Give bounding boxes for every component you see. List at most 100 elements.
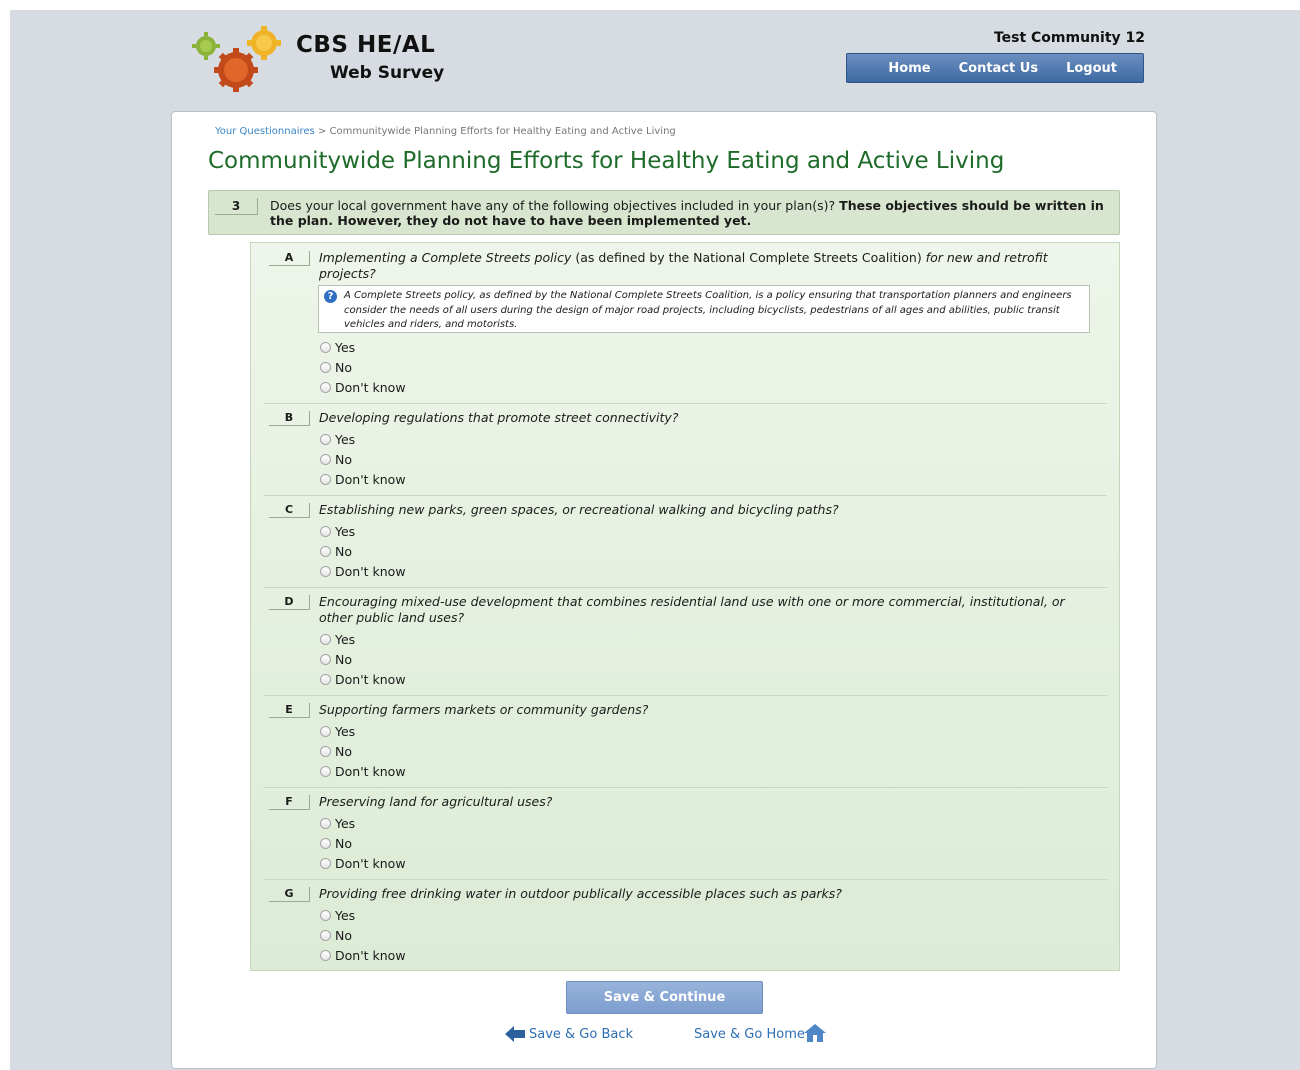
option-no[interactable]: No — [320, 835, 352, 853]
item-text: Preserving land for agricultural uses? — [319, 794, 553, 809]
item-text: Establishing new parks, green spaces, or… — [319, 502, 839, 517]
option-yes[interactable]: Yes — [320, 339, 355, 357]
item-letter: A — [269, 251, 310, 266]
option-no[interactable]: No — [320, 651, 352, 669]
item-letter: G — [269, 887, 310, 902]
option-dont-know[interactable]: Don't know — [320, 947, 406, 965]
item-text-part: (as defined by the National Complete Str… — [571, 250, 926, 265]
option-no[interactable]: No — [320, 451, 352, 469]
radio-button[interactable] — [320, 654, 331, 665]
page-title: Communitywide Planning Efforts for Healt… — [208, 148, 1005, 174]
nav-contact-link[interactable]: Contact Us — [959, 61, 1038, 76]
radio-button[interactable] — [320, 362, 331, 373]
item-text-part: Implementing a Complete Streets policy — [319, 250, 572, 265]
option-label: Yes — [335, 524, 356, 539]
radio-button[interactable] — [320, 382, 331, 393]
item-text: Developing regulations that promote stre… — [319, 410, 679, 425]
radio-button[interactable] — [320, 910, 331, 921]
radio-button[interactable] — [320, 674, 331, 685]
nav-logout-link[interactable]: Logout — [1066, 61, 1117, 76]
brand-subtitle: Web Survey — [330, 63, 445, 83]
radio-button[interactable] — [320, 858, 331, 869]
info-icon: ? — [324, 290, 337, 303]
option-dont-know[interactable]: Don't know — [320, 763, 406, 781]
radio-button[interactable] — [320, 434, 331, 445]
option-yes[interactable]: Yes — [320, 523, 355, 541]
option-label: Yes — [335, 908, 356, 923]
option-label: Don't know — [335, 380, 406, 395]
item-text: Supporting farmers markets or community … — [319, 702, 649, 717]
radio-button[interactable] — [320, 342, 331, 353]
option-label: Don't know — [335, 856, 406, 871]
option-label: Don't know — [335, 764, 406, 779]
option-label: No — [335, 452, 352, 467]
option-yes[interactable]: Yes — [320, 815, 355, 833]
option-label: Yes — [335, 724, 356, 739]
item-text: Implementing a Complete Streets policy (… — [319, 250, 1079, 282]
option-label: No — [335, 928, 352, 943]
option-dont-know[interactable]: Don't know — [320, 855, 406, 873]
radio-button[interactable] — [320, 930, 331, 941]
info-note: ? A Complete Streets policy, as defined … — [318, 285, 1090, 333]
brand-title: CBS HE/AL — [296, 32, 436, 58]
radio-button[interactable] — [320, 726, 331, 737]
breadcrumb: Your Questionnaires > Communitywide Plan… — [215, 126, 676, 137]
radio-button[interactable] — [320, 526, 331, 537]
divider — [264, 403, 1107, 404]
radio-button[interactable] — [320, 634, 331, 645]
radio-button[interactable] — [320, 566, 331, 577]
option-no[interactable]: No — [320, 743, 352, 761]
radio-button[interactable] — [320, 950, 331, 961]
divider — [264, 879, 1107, 880]
main-panel: Your Questionnaires > Communitywide Plan… — [171, 111, 1157, 1069]
community-name: Test Community 12 — [993, 30, 1145, 46]
option-label: No — [335, 360, 352, 375]
item-text: Encouraging mixed-use development that c… — [319, 594, 1065, 625]
nav-home-link[interactable]: Home — [888, 61, 930, 76]
option-label: Yes — [335, 340, 356, 355]
option-label: Don't know — [335, 948, 406, 963]
save-go-home-link[interactable]: Save & Go Home — [694, 1027, 805, 1042]
item-letter: B — [269, 411, 310, 426]
divider — [264, 787, 1107, 788]
option-yes[interactable]: Yes — [320, 907, 355, 925]
back-arrow-icon[interactable] — [505, 1025, 525, 1043]
option-yes[interactable]: Yes — [320, 723, 355, 741]
save-continue-button[interactable]: Save & Continue — [566, 981, 763, 1014]
radio-button[interactable] — [320, 746, 331, 757]
item-letter: F — [269, 795, 310, 810]
option-label: No — [335, 652, 352, 667]
option-dont-know[interactable]: Don't know — [320, 471, 406, 489]
radio-button[interactable] — [320, 474, 331, 485]
info-text: A Complete Streets policy, as defined by… — [344, 290, 1072, 330]
radio-button[interactable] — [320, 454, 331, 465]
option-label: Yes — [335, 816, 356, 831]
divider — [264, 695, 1107, 696]
radio-button[interactable] — [320, 838, 331, 849]
option-no[interactable]: No — [320, 543, 352, 561]
divider — [264, 587, 1107, 588]
radio-button[interactable] — [320, 818, 331, 829]
option-label: Don't know — [335, 564, 406, 579]
option-no[interactable]: No — [320, 359, 352, 377]
option-dont-know[interactable]: Don't know — [320, 379, 406, 397]
option-label: No — [335, 744, 352, 759]
option-yes[interactable]: Yes — [320, 631, 355, 649]
option-dont-know[interactable]: Don't know — [320, 563, 406, 581]
option-dont-know[interactable]: Don't know — [320, 671, 406, 689]
home-icon[interactable] — [804, 1023, 826, 1043]
option-yes[interactable]: Yes — [320, 431, 355, 449]
question-header: 3 Does your local government have any of… — [208, 190, 1120, 235]
option-label: Don't know — [335, 472, 406, 487]
item-letter: E — [269, 703, 310, 718]
save-go-back-link[interactable]: Save & Go Back — [529, 1027, 633, 1042]
radio-button[interactable] — [320, 766, 331, 777]
option-no[interactable]: No — [320, 927, 352, 945]
breadcrumb-questionnaires-link[interactable]: Your Questionnaires — [215, 126, 315, 137]
item-text: Providing free drinking water in outdoor… — [319, 886, 842, 901]
sub-questions-panel: A Implementing a Complete Streets policy… — [250, 242, 1120, 971]
divider — [264, 495, 1107, 496]
radio-button[interactable] — [320, 546, 331, 557]
breadcrumb-current: Communitywide Planning Efforts for Healt… — [329, 126, 676, 137]
question-text-main: Does your local government have any of t… — [270, 198, 836, 213]
